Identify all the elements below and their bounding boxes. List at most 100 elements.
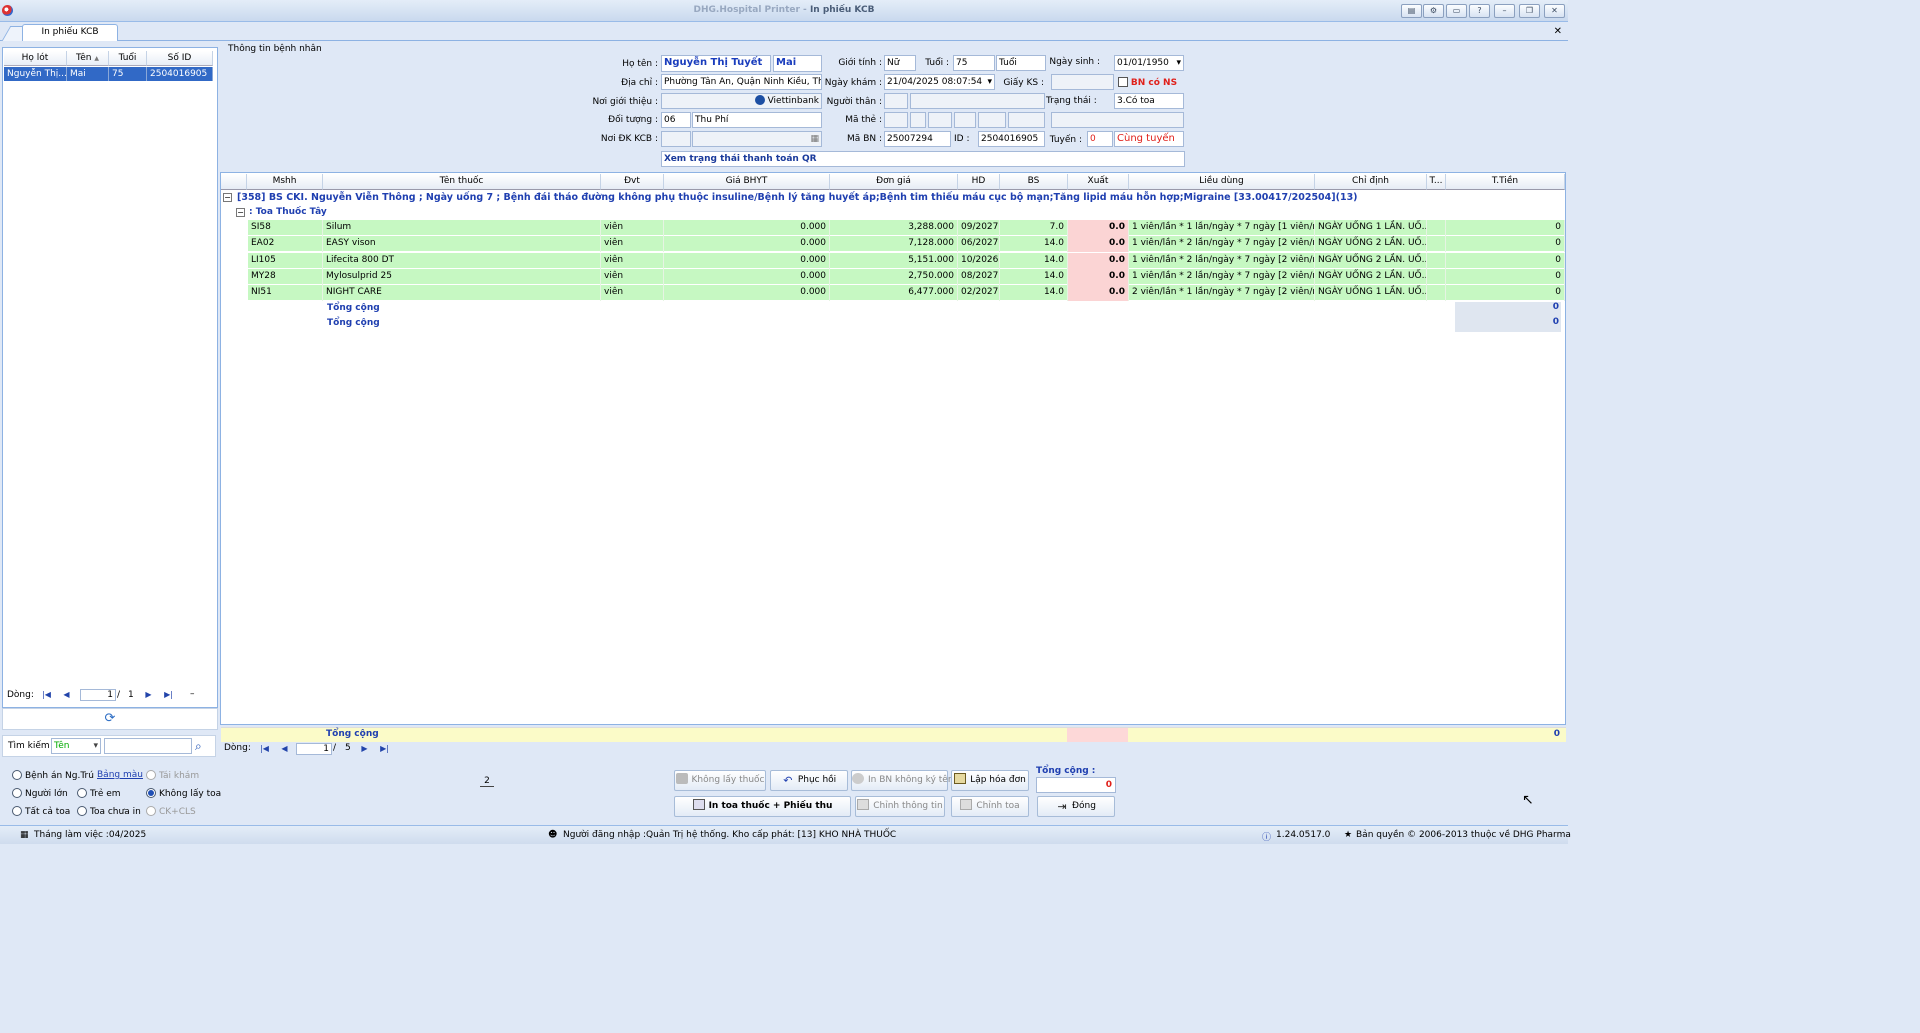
cell-mshh[interactable]: EA02 <box>248 236 323 253</box>
col-dvt[interactable]: Đvt <box>601 174 664 190</box>
in-toa-thuoc-button[interactable]: In toa thuốc + Phiếu thu <box>674 796 851 817</box>
phuc-hoi-button[interactable]: ↶ Phục hồi <box>770 770 848 791</box>
cell-gia-bhyt[interactable]: 0.000 <box>664 268 830 285</box>
cell-dvt[interactable]: viên <box>601 236 664 253</box>
radio-tai-kham[interactable]: Tái khám <box>146 770 199 781</box>
tuyen-code[interactable]: 0 <box>1087 131 1113 147</box>
radio-nguoi-lon[interactable]: Người lớn <box>12 788 68 799</box>
ma-the-part2[interactable] <box>910 112 926 128</box>
col-so-id[interactable]: Số ID <box>147 51 213 66</box>
help-icon[interactable]: ? <box>1469 4 1490 18</box>
cell-xuat[interactable]: 0.0 <box>1068 252 1129 269</box>
cell-tien[interactable]: 0 <box>1446 268 1565 285</box>
collapse-group-icon[interactable]: − <box>223 193 232 202</box>
radio-tat-ca-toa[interactable]: Tất cả toa <box>12 806 70 817</box>
cell-xuat[interactable]: 0.0 <box>1068 236 1129 253</box>
col-chi-dinh[interactable]: Chỉ định <box>1315 174 1427 190</box>
screen-icon[interactable]: ▭ <box>1446 4 1467 18</box>
cell-lieu[interactable]: 2 viên/lần * 1 lần/ngày * 7 ngày [2 viên… <box>1129 285 1315 302</box>
ma-bn-field[interactable]: 25007294 <box>884 131 951 147</box>
minimize-icon[interactable]: – <box>1494 4 1515 18</box>
cell-t[interactable] <box>1427 252 1446 269</box>
col-lieu-dung[interactable]: Liều dùng <box>1129 174 1315 190</box>
col-hd[interactable]: HD <box>958 174 1000 190</box>
ngay-kham-field[interactable]: 21/04/2025 08:07:54 ▾ <box>884 74 995 90</box>
cell-lieu[interactable]: 1 viên/lần * 2 lần/ngày * 7 ngày [2 viên… <box>1129 268 1315 285</box>
cell-tien[interactable]: 0 <box>1446 236 1565 253</box>
table-row[interactable]: LI105 Lifecita 800 DT viên 0.000 5,151.000 10… <box>248 252 1565 269</box>
ten-field[interactable]: Mai <box>773 55 822 72</box>
collapse-subgroup-icon[interactable]: − <box>236 208 245 217</box>
cell-ten[interactable]: Silum <box>323 220 601 236</box>
cell-hd[interactable]: 06/2027 <box>958 236 1000 253</box>
cell-bs[interactable]: 14.0 <box>1000 268 1068 285</box>
cell-dvt[interactable]: viên <box>601 285 664 302</box>
cell-mshh[interactable]: MY28 <box>248 268 323 285</box>
cell-chi-dinh[interactable]: NGÀY UỐNG 1 LẦN. UỐ... <box>1315 285 1427 302</box>
qr-payment-link[interactable]: Xem trạng thái thanh toán QR <box>661 151 1185 167</box>
cell-chi-dinh[interactable]: NGÀY UỐNG 1 LẦN. UỐ... <box>1315 220 1427 236</box>
col-t[interactable]: T... <box>1427 174 1446 190</box>
cell-xuat[interactable]: 0.0 <box>1068 268 1129 285</box>
cell-t[interactable] <box>1427 285 1446 302</box>
nguoi-than-field[interactable] <box>910 93 1045 109</box>
col-xuat[interactable]: Xuất <box>1068 174 1129 190</box>
radio-benh-an[interactable]: Bệnh án Ng.Trú <box>12 770 94 781</box>
cell-mshh[interactable]: SI58 <box>248 220 323 236</box>
cell-don-gia[interactable]: 6,477.000 <box>830 285 958 302</box>
grid-first-page-icon[interactable]: |◀ <box>258 743 271 755</box>
cell-don-gia[interactable]: 2,750.000 <box>830 268 958 285</box>
cell-tien[interactable]: 0 <box>1446 220 1565 236</box>
last-page-icon[interactable]: ▶| <box>162 689 175 701</box>
col-gia-bhyt[interactable]: Giá BHYT <box>664 174 830 190</box>
search-input[interactable] <box>104 738 192 754</box>
grid-page-input[interactable]: 1 <box>296 743 332 755</box>
cell-t[interactable] <box>1427 220 1446 236</box>
cell-hd[interactable]: 08/2027 <box>958 268 1000 285</box>
cell-mshh[interactable]: LI105 <box>248 252 323 269</box>
id-field[interactable]: 2504016905 <box>978 131 1045 147</box>
khong-lay-thuoc-button[interactable]: Không lấy thuốc <box>674 770 766 791</box>
cell-tien[interactable]: 0 <box>1446 285 1565 302</box>
cell-xuat[interactable]: 0.0 <box>1068 285 1129 302</box>
col-ten[interactable]: Tên ▲ <box>67 51 109 66</box>
restore-icon[interactable]: ❐ <box>1519 4 1540 18</box>
cell-bs[interactable]: 14.0 <box>1000 285 1068 302</box>
cell-lieu[interactable]: 1 viên/lần * 2 lần/ngày * 7 ngày [2 viên… <box>1129 252 1315 269</box>
cell-ten[interactable]: NIGHT CARE <box>323 285 601 302</box>
cell-lieu[interactable]: 1 viên/lần * 1 lần/ngày * 7 ngày [1 viên… <box>1129 220 1315 236</box>
close-icon[interactable]: ✕ <box>1544 4 1565 18</box>
col-bs[interactable]: BS <box>1000 174 1068 190</box>
cell-dvt[interactable]: viên <box>601 252 664 269</box>
noi-dk-code[interactable] <box>661 131 691 147</box>
grid-prev-page-icon[interactable]: ◀ <box>278 743 291 755</box>
cell-don-gia[interactable]: 5,151.000 <box>830 252 958 269</box>
search-icon[interactable]: ⌕ <box>195 739 202 754</box>
table-row[interactable]: NI51 NIGHT CARE viên 0.000 6,477.000 02/2027 1… <box>248 285 1565 302</box>
tab-close-icon[interactable]: ✕ <box>1554 26 1562 37</box>
next-page-icon[interactable]: ▶ <box>142 689 155 701</box>
tuyen-field[interactable]: Cùng tuyến <box>1114 131 1184 147</box>
cell-lieu[interactable]: 1 viên/lần * 2 lần/ngày * 7 ngày [2 viên… <box>1129 236 1315 253</box>
patient-row-tuoi[interactable]: 75 <box>109 67 147 81</box>
ma-the-part6[interactable] <box>1008 112 1045 128</box>
gioi-tinh-field[interactable]: Nữ <box>884 55 916 71</box>
prev-page-icon[interactable]: ◀ <box>60 689 73 701</box>
chinh-toa-button[interactable]: Chỉnh toa <box>951 796 1029 817</box>
cell-gia-bhyt[interactable]: 0.000 <box>664 285 830 302</box>
cell-ten[interactable]: EASY vison <box>323 236 601 253</box>
cell-dvt[interactable]: viên <box>601 268 664 285</box>
col-tuoi[interactable]: Tuổi <box>109 51 147 66</box>
cell-chi-dinh[interactable]: NGÀY UỐNG 2 LẦN. UỐ... <box>1315 236 1427 253</box>
chinh-thong-tin-button[interactable]: Chỉnh thông tin <box>855 796 945 817</box>
radio-tre-em[interactable]: Trẻ em <box>77 788 121 799</box>
cell-ten[interactable]: Mylosulprid 25 <box>323 268 601 285</box>
trang-thai-field[interactable]: 3.Có toa <box>1114 93 1184 109</box>
cell-gia-bhyt[interactable]: 0.000 <box>664 252 830 269</box>
tab-in-phieu-kcb[interactable]: In phiếu KCB <box>22 24 118 41</box>
patient-row-holot[interactable]: Nguyễn Thị... <box>4 67 67 81</box>
refresh-icon[interactable]: ⟳ <box>2 708 218 730</box>
noi-dk-field[interactable]: ▦ <box>692 131 822 147</box>
cell-hd[interactable]: 10/2026 <box>958 252 1000 269</box>
ma-the-part3[interactable] <box>928 112 952 128</box>
